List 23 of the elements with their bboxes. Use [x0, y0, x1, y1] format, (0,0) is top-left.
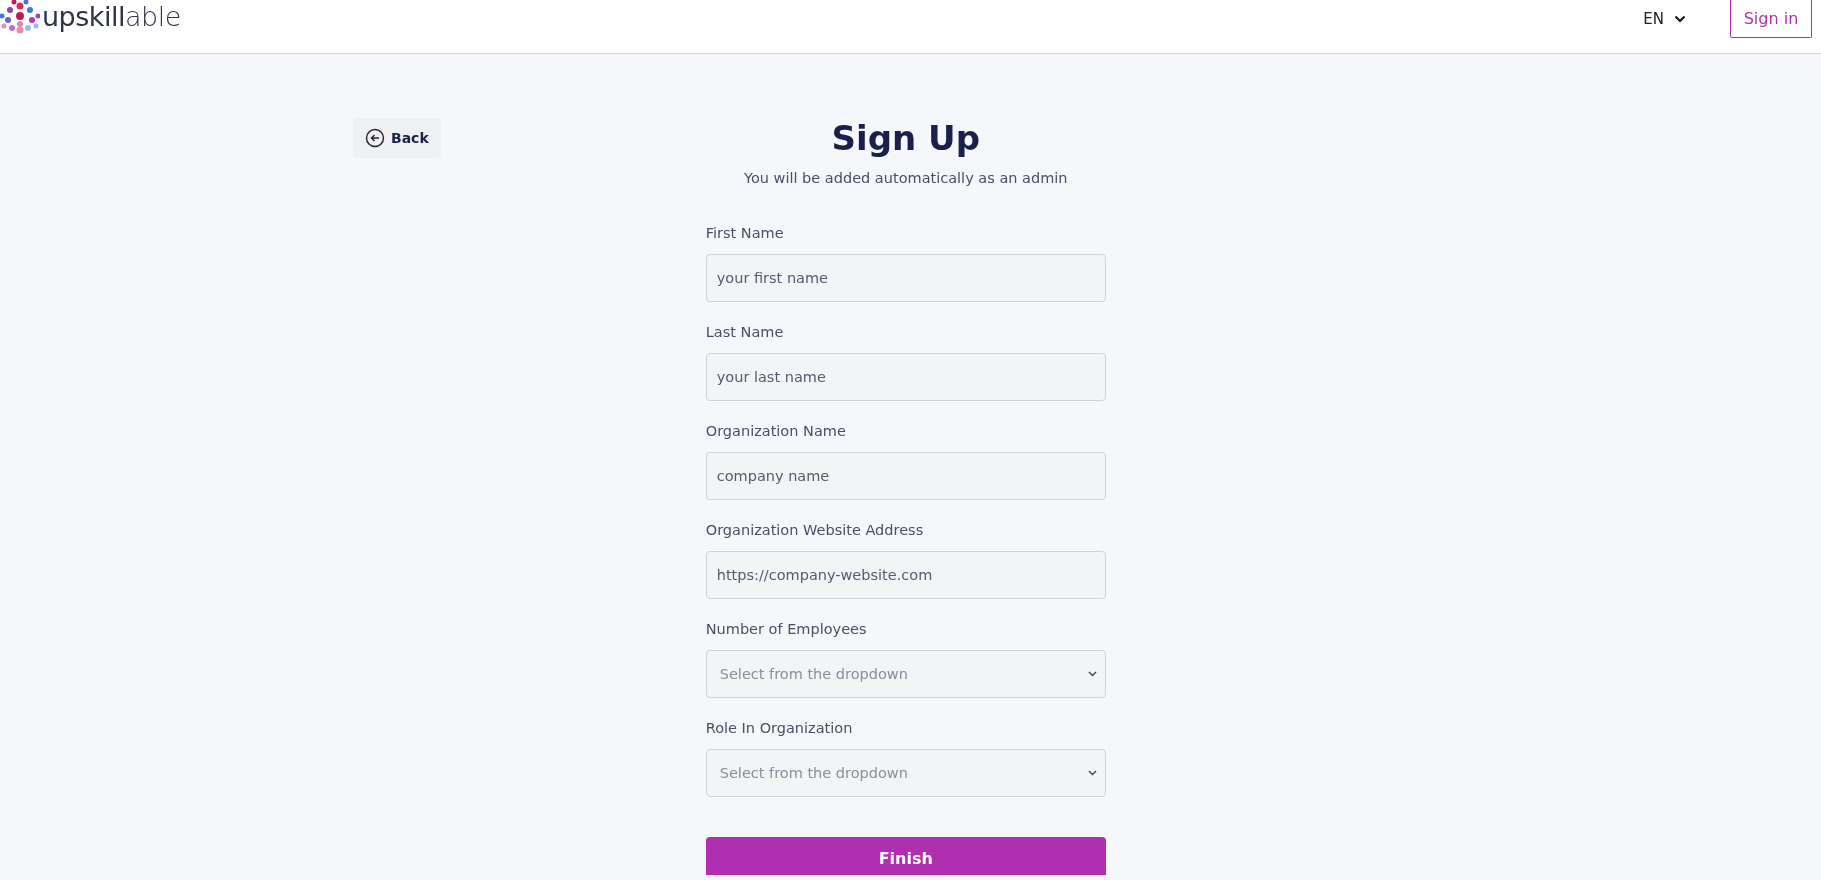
- sign-in-button[interactable]: Sign in: [1730, 0, 1812, 38]
- field-label: First Name: [705, 224, 785, 243]
- logo-wordmark: upskillable: [42, 0, 181, 32]
- dropdown-field[interactable]: Select from the dropdown: [705, 749, 1106, 797]
- field-label: Organization Website Address: [705, 521, 925, 540]
- language-selector[interactable]: EN: [1643, 10, 1686, 28]
- dropdown-field[interactable]: Select from the dropdown: [705, 650, 1106, 698]
- input-field[interactable]: your last name: [705, 353, 1106, 401]
- input-field[interactable]: your first name: [705, 254, 1106, 302]
- field-label: Role In Organization: [705, 719, 854, 738]
- field-label: Number of Employees: [705, 620, 868, 639]
- page-title: Sign Up: [830, 118, 981, 158]
- chevron-down-icon: [1087, 671, 1097, 677]
- field-label: Organization Name: [705, 422, 847, 441]
- logo-icon: [0, 0, 40, 36]
- chevron-down-icon: [1087, 770, 1097, 776]
- field-label: Last Name: [705, 323, 785, 342]
- back-button[interactable]: Back: [353, 118, 441, 158]
- chevron-down-icon: [1674, 15, 1686, 23]
- input-field[interactable]: https://company-website.com: [705, 551, 1106, 599]
- input-field[interactable]: company name: [705, 452, 1106, 500]
- finish-button[interactable]: Finish: [705, 837, 1106, 875]
- subtitle: You will be added automatically as an admin: [742, 169, 1069, 188]
